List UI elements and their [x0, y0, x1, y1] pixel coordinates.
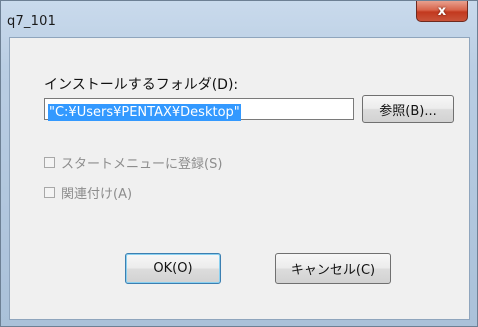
cancel-button[interactable]: キャンセル(C): [275, 253, 391, 284]
browse-button[interactable]: 参照(B)...: [362, 95, 454, 123]
association-label: 関連付け(A): [61, 187, 133, 202]
association-checkbox: [44, 187, 55, 198]
association-option: 関連付け(A): [44, 183, 132, 202]
install-folder-input[interactable]: "C:¥Users¥PENTAX¥Desktop": [44, 98, 354, 121]
dialog-window: q7_101 x インストールするフォルダ(D): "C:¥Users¥PENT…: [0, 0, 478, 327]
close-button[interactable]: x: [416, 1, 468, 22]
dialog-client-area: インストールするフォルダ(D): "C:¥Users¥PENTAX¥Deskto…: [9, 37, 470, 320]
close-icon: x: [437, 3, 447, 19]
ok-button[interactable]: OK(O): [125, 253, 221, 284]
start-menu-label: スタートメニューに登録(S): [61, 157, 223, 172]
window-title: q7_101: [7, 14, 57, 29]
install-folder-value: "C:¥Users¥PENTAX¥Desktop": [48, 104, 241, 121]
start-menu-checkbox: [44, 157, 55, 168]
install-folder-label: インストールするフォルダ(D):: [44, 77, 239, 93]
start-menu-option: スタートメニューに登録(S): [44, 153, 222, 172]
title-bar[interactable]: q7_101 x: [1, 1, 477, 37]
